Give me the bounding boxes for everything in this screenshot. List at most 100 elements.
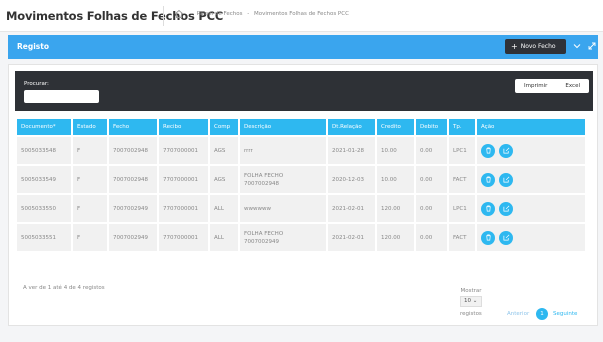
cell-tp: LPC1 bbox=[449, 137, 475, 166]
cell-credito: 120.00 bbox=[377, 224, 414, 253]
registos-label: registos bbox=[460, 311, 482, 317]
chevron-down-icon: ⌄ bbox=[472, 298, 478, 304]
cell-comp: AGS bbox=[210, 137, 238, 166]
cell-debito: 0.00 bbox=[416, 195, 447, 224]
top-header: Movimentos Folhas de Fechos PCC - Painel… bbox=[0, 0, 603, 32]
page-size-value: 10 bbox=[464, 298, 471, 304]
cell-documento: 5005033550 bbox=[17, 195, 71, 224]
cell-acao bbox=[477, 137, 585, 166]
delete-button[interactable] bbox=[481, 143, 495, 158]
cell-dt-relacao: 2021-01-28 bbox=[328, 137, 375, 166]
trash-icon bbox=[485, 234, 491, 241]
col-dt-relacao[interactable]: Dt.Relação bbox=[328, 119, 375, 137]
cell-acao bbox=[477, 195, 585, 224]
edit-button[interactable] bbox=[499, 201, 513, 216]
cell-comp: ALL bbox=[210, 195, 238, 224]
cell-documento: 5005033548 bbox=[17, 137, 71, 166]
imprimir-button[interactable]: Imprimir bbox=[524, 83, 547, 89]
chevron-down-icon[interactable] bbox=[572, 41, 582, 51]
cell-comp: AGS bbox=[210, 166, 238, 195]
mostrar-label: Mostrar bbox=[460, 288, 482, 294]
col-tp[interactable]: Tp. bbox=[449, 119, 475, 137]
delete-button[interactable] bbox=[481, 201, 495, 216]
cell-estado: F bbox=[73, 224, 107, 253]
delete-button[interactable] bbox=[481, 172, 495, 187]
col-estado[interactable]: Estado bbox=[73, 119, 107, 137]
col-acao: Ação bbox=[477, 119, 585, 137]
edit-icon bbox=[503, 147, 509, 154]
home-icon[interactable] bbox=[174, 9, 184, 19]
next-page-link[interactable]: Seguinte bbox=[553, 311, 577, 317]
table-header-row: Documento* Estado Fecho Recibo Comp Desc… bbox=[17, 119, 585, 137]
breadcrumb-separator: - bbox=[247, 11, 250, 17]
cell-credito: 10.00 bbox=[377, 137, 414, 166]
trash-icon bbox=[485, 176, 491, 183]
cell-debito: 0.00 bbox=[416, 224, 447, 253]
edit-button[interactable] bbox=[499, 230, 513, 245]
cell-dt-relacao: 2020-12-03 bbox=[328, 166, 375, 195]
cell-acao bbox=[477, 224, 585, 253]
col-fecho[interactable]: Fecho bbox=[109, 119, 157, 137]
cell-tp: FACT bbox=[449, 166, 475, 195]
descricao-line-2: 7007002948 bbox=[244, 180, 279, 187]
descricao-line-2: 7007002949 bbox=[244, 238, 279, 245]
cell-fecho: 7007002949 bbox=[109, 224, 157, 253]
breadcrumb-item-current: Movimentos Folhas de Fechos PCC bbox=[253, 11, 349, 17]
cell-recibo: 7707000001 bbox=[159, 195, 208, 224]
cell-documento: 5005033549 bbox=[17, 166, 71, 195]
table-row[interactable]: 5005033551 F 7007002949 7707000001 ALL F… bbox=[17, 224, 585, 253]
excel-button[interactable]: Excel bbox=[565, 83, 580, 89]
export-buttons: Imprimir Excel bbox=[515, 79, 589, 93]
registo-card: Procurar: Imprimir Excel Documento* Esta… bbox=[8, 64, 598, 326]
breadcrumb-item-painel[interactable]: Painel de Fechos bbox=[197, 11, 243, 17]
delete-button[interactable] bbox=[481, 230, 495, 245]
cell-descricao: rrrr bbox=[240, 137, 326, 166]
col-comp[interactable]: Comp bbox=[210, 119, 238, 137]
cell-recibo: 7707000001 bbox=[159, 137, 208, 166]
cell-fecho: 7007002948 bbox=[109, 166, 157, 195]
cell-acao bbox=[477, 166, 585, 195]
table-info: A ver de 1 até 4 de 4 registos bbox=[23, 285, 105, 291]
cell-tp: LPC1 bbox=[449, 195, 475, 224]
cell-tp: FACT bbox=[449, 224, 475, 253]
prev-page-link[interactable]: Anterior bbox=[507, 311, 529, 317]
col-credito[interactable]: Credito bbox=[377, 119, 414, 137]
search-label: Procurar: bbox=[24, 81, 49, 87]
edit-button[interactable] bbox=[499, 172, 513, 187]
trash-icon bbox=[485, 205, 491, 212]
page-1-button[interactable]: 1 bbox=[536, 308, 548, 320]
registo-bar: Registo + Novo Fecho bbox=[8, 35, 598, 59]
table-row[interactable]: 5005033548 F 7007002948 7707000001 AGS r… bbox=[17, 137, 585, 166]
descricao-line: FOLHA FECHO bbox=[244, 230, 284, 237]
expand-icon[interactable] bbox=[587, 41, 597, 51]
descricao-line: wwwwww bbox=[244, 205, 271, 212]
search-input[interactable] bbox=[24, 90, 99, 103]
descricao-line: rrrr bbox=[244, 147, 253, 154]
cell-fecho: 7007002948 bbox=[109, 137, 157, 166]
novo-fecho-button[interactable]: + Novo Fecho bbox=[505, 39, 566, 54]
cell-comp: ALL bbox=[210, 224, 238, 253]
cell-recibo: 7707000001 bbox=[159, 166, 208, 195]
edit-button[interactable] bbox=[499, 143, 513, 158]
cell-descricao: FOLHA FECHO 7007002948 bbox=[240, 166, 326, 195]
edit-icon bbox=[503, 205, 509, 212]
table-row[interactable]: 5005033550 F 7007002949 7707000001 ALL w… bbox=[17, 195, 585, 224]
breadcrumb: - Painel de Fechos - Movimentos Folhas d… bbox=[190, 11, 352, 17]
table-row[interactable]: 5005033549 F 7007002948 7707000001 AGS F… bbox=[17, 166, 585, 195]
page-size-select[interactable]: 10 ⌄ bbox=[460, 296, 482, 307]
cell-documento: 5005033551 bbox=[17, 224, 71, 253]
col-recibo[interactable]: Recibo bbox=[159, 119, 208, 137]
descricao-line: FOLHA FECHO bbox=[244, 172, 284, 179]
cell-credito: 10.00 bbox=[377, 166, 414, 195]
cell-estado: F bbox=[73, 137, 107, 166]
col-debito[interactable]: Debito bbox=[416, 119, 447, 137]
col-documento[interactable]: Documento* bbox=[17, 119, 71, 137]
plus-icon: + bbox=[511, 42, 518, 51]
breadcrumb-separator: - bbox=[190, 11, 192, 17]
registo-title: Registo bbox=[17, 42, 50, 51]
table-toolbar: Procurar: Imprimir Excel bbox=[15, 71, 593, 111]
col-descricao[interactable]: Descrição bbox=[240, 119, 326, 137]
cell-estado: F bbox=[73, 195, 107, 224]
cell-estado: F bbox=[73, 166, 107, 195]
novo-fecho-label: Novo Fecho bbox=[520, 43, 556, 50]
